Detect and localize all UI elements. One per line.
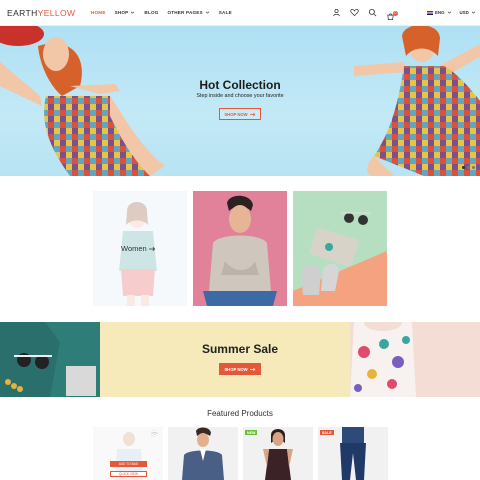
arrow-right-icon: [249, 112, 255, 116]
header-icons: 0: [332, 8, 398, 21]
category-tile-accessories[interactable]: [293, 191, 387, 306]
category-women-text: Women: [121, 244, 147, 253]
category-tile-men[interactable]: [193, 191, 287, 306]
locale-switchers: ENG USD: [427, 10, 476, 15]
men-model-image: [203, 195, 277, 306]
language-select[interactable]: ENG: [427, 10, 452, 15]
slider-dot[interactable]: [472, 166, 475, 169]
hero-shop-now-button[interactable]: SHOP NOW: [219, 108, 261, 120]
accessories-image: [293, 191, 387, 306]
user-icon[interactable]: [332, 8, 341, 17]
currency-select[interactable]: USD: [460, 10, 476, 15]
search-icon[interactable]: [368, 8, 377, 17]
nav-other-pages[interactable]: OTHER PAGES: [168, 10, 210, 15]
hero-model-left-image: [0, 26, 165, 176]
slider-dot[interactable]: [462, 166, 465, 169]
slider-dot[interactable]: [467, 166, 470, 169]
nav-blog[interactable]: BLOG: [144, 10, 158, 15]
cart-count-badge: 0: [393, 11, 398, 16]
product-image: [182, 427, 224, 480]
nav-shop-label: SHOP: [114, 10, 129, 15]
summer-shop-now-label: SHOP NOW: [224, 366, 248, 372]
summer-shop-now-button[interactable]: SHOP NOW: [219, 363, 261, 375]
logo-part-2: YELLOW: [37, 8, 76, 18]
currency-label: USD: [459, 10, 469, 15]
chevron-down-icon: [205, 11, 210, 14]
language-label: ENG: [435, 10, 445, 15]
arrow-right-icon: [148, 246, 155, 251]
nav-shop[interactable]: SHOP: [115, 10, 136, 15]
featured-products-title: Featured Products: [207, 409, 273, 418]
wishlist-heart-icon[interactable]: [151, 430, 158, 437]
product-card[interactable]: SALE: [318, 427, 388, 480]
product-card[interactable]: [168, 427, 238, 480]
site-header: EARTHYELLOW HOME SHOP BLOG OTHER PAGES S…: [0, 0, 480, 26]
quick-view-button[interactable]: QUICK VIEW: [110, 471, 147, 477]
hero-shop-now-label: SHOP NOW: [224, 111, 248, 117]
category-tile-women[interactable]: Women: [93, 191, 187, 306]
add-to-bag-button[interactable]: ADD TO BAG: [110, 461, 147, 467]
sale-badge: SALE: [320, 430, 334, 435]
product-card[interactable]: NEW: [243, 427, 313, 480]
nav-sale[interactable]: SALE: [219, 10, 232, 15]
product-card[interactable]: ADD TO BAG QUICK VIEW: [93, 427, 163, 480]
brand-logo[interactable]: EARTHYELLOW: [7, 8, 75, 18]
main-nav: HOME SHOP BLOG OTHER PAGES SALE: [91, 10, 241, 15]
hero-model-right-image: [354, 26, 480, 176]
chevron-down-icon: [471, 11, 476, 14]
chevron-down-icon: [447, 11, 451, 14]
category-women-label[interactable]: Women: [121, 244, 156, 253]
uk-flag-icon: [427, 10, 433, 15]
heart-icon[interactable]: [350, 8, 359, 17]
cart-button[interactable]: 0: [386, 8, 398, 21]
nav-other-pages-label: OTHER PAGES: [167, 10, 203, 15]
logo-part-1: EARTH: [7, 8, 38, 18]
floral-top-image: [350, 322, 480, 397]
slider-dots: [462, 166, 475, 169]
hero-slider: Hot Collection Step inside and choose yo…: [0, 26, 480, 176]
summer-accessories-image: [0, 322, 100, 397]
new-badge: NEW: [245, 430, 258, 435]
chevron-down-icon: [131, 11, 135, 14]
summer-sale-banner: Summer Sale SHOP NOW: [0, 322, 480, 397]
nav-home[interactable]: HOME: [91, 10, 106, 15]
arrow-right-icon: [249, 367, 255, 371]
